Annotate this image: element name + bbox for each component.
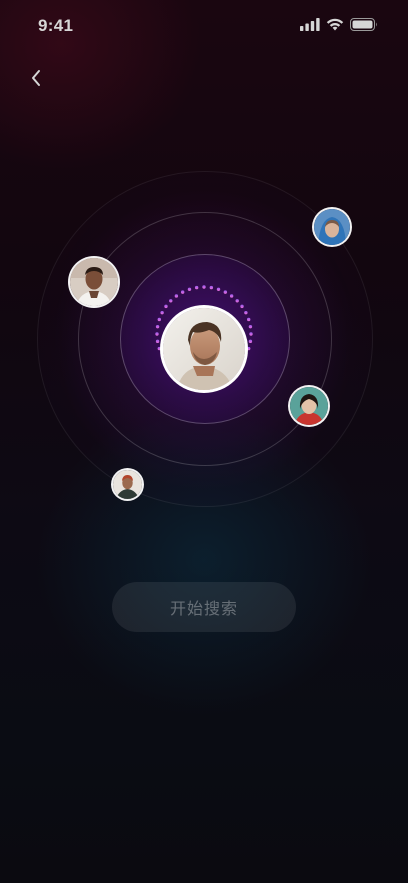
signal-icon [300, 18, 320, 36]
pulse-dot [194, 285, 199, 290]
status-bar: 9:41 [0, 0, 408, 54]
current-user-avatar[interactable] [163, 308, 245, 390]
pulse-dot [155, 339, 160, 344]
pulse-dot [180, 290, 185, 294]
chevron-left-icon [30, 69, 42, 92]
nearby-user-avatar[interactable] [290, 387, 328, 425]
nearby-user-avatar[interactable] [70, 258, 118, 306]
pulse-dot [155, 332, 159, 336]
pulse-dot [247, 346, 251, 351]
pulse-dot [157, 346, 161, 351]
status-icons [300, 18, 378, 36]
pulse-dot [223, 290, 228, 294]
back-button[interactable] [22, 66, 50, 94]
status-time: 9:41 [38, 16, 74, 35]
pulse-dot [187, 287, 192, 291]
pulse-dot [248, 339, 253, 344]
pulse-dot [169, 299, 173, 303]
pulse-dot [209, 285, 214, 290]
pulse-dot [248, 324, 253, 329]
pulse-dot [174, 294, 179, 298]
pulse-dot [244, 353, 248, 358]
radar [0, 0, 408, 883]
pulse-dot [247, 317, 251, 322]
start-search-button[interactable]: 开始搜索 [112, 582, 296, 632]
pulse-dot [240, 304, 244, 309]
pulse-dot [157, 317, 161, 322]
pulse-dot [229, 294, 234, 298]
nearby-user-avatar[interactable] [314, 209, 350, 245]
battery-icon [350, 18, 378, 36]
pulse-dot [160, 310, 164, 315]
pulse-dot [216, 287, 221, 291]
wifi-icon [326, 18, 344, 36]
pulse-dot [164, 304, 168, 309]
pulse-dot [244, 310, 248, 315]
pulse-dot [202, 285, 206, 289]
nearby-user-avatar[interactable] [113, 470, 142, 499]
pulse-dot [249, 332, 253, 336]
pulse-dot [155, 324, 160, 329]
pulse-dot [235, 299, 239, 303]
